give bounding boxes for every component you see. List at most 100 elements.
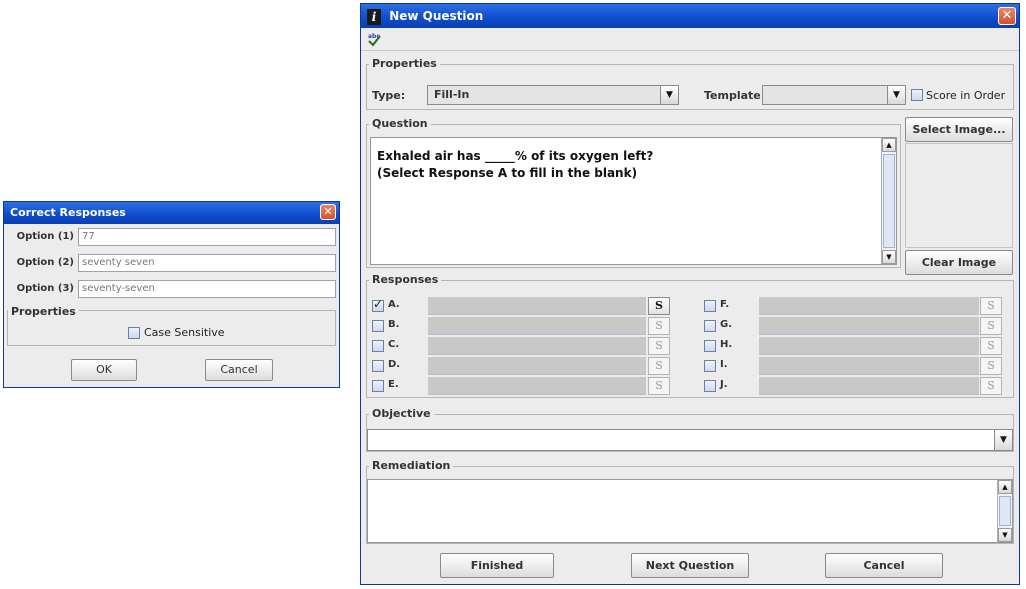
question-text-line: (Select Response A to fill in the blank): [377, 166, 638, 180]
response-field[interactable]: [759, 337, 979, 355]
correct-responses-dialog: Correct Responses ✕ Option (1) 77 Option (…: [3, 201, 340, 388]
option-field[interactable]: seventy seven: [78, 254, 336, 272]
response-letter: G.: [720, 319, 733, 330]
response-checkbox[interactable]: [704, 320, 716, 332]
response-checkbox[interactable]: [372, 340, 384, 352]
objective-group-title: Objective: [369, 407, 434, 420]
response-checkbox[interactable]: [704, 340, 716, 352]
correct-responses-titlebar[interactable]: Correct Responses ✕: [4, 202, 339, 224]
close-button[interactable]: ✕: [998, 7, 1016, 25]
option-label: Option (3): [16, 283, 74, 294]
response-field[interactable]: [428, 317, 646, 335]
remediation-scrollbar[interactable]: ▲ ▼: [997, 480, 1012, 542]
scroll-down-icon[interactable]: ▼: [998, 528, 1012, 542]
response-letter: H.: [720, 339, 733, 350]
scroll-thumb[interactable]: [883, 154, 895, 248]
response-s-button[interactable]: S: [648, 377, 670, 395]
chevron-down-icon: ▼: [660, 86, 678, 104]
response-letter: I.: [720, 359, 728, 370]
response-letter: A.: [388, 299, 400, 310]
response-field[interactable]: [759, 317, 979, 335]
response-field[interactable]: [428, 377, 646, 395]
score-in-order-label: Score in Order: [926, 89, 1006, 102]
case-sensitive-label: Case Sensitive: [144, 326, 225, 339]
template-select[interactable]: ▼: [762, 85, 906, 105]
option-field[interactable]: 77: [78, 228, 336, 246]
finished-button[interactable]: Finished: [440, 553, 554, 578]
properties-group-title: Properties: [8, 305, 79, 318]
question-group: Question Exhaled air has _____% of its o…: [366, 117, 901, 268]
response-s-button[interactable]: S: [648, 357, 670, 375]
objective-group: Objective ▼: [366, 407, 1014, 452]
case-sensitive-checkbox[interactable]: [128, 327, 140, 339]
question-textarea[interactable]: Exhaled air has _____% of its oxygen lef…: [370, 137, 897, 265]
template-label: Template:: [704, 89, 766, 102]
question-text-line: Exhaled air has _____% of its oxygen lef…: [377, 149, 654, 163]
response-checkbox[interactable]: [372, 380, 384, 392]
close-icon: ✕: [1001, 8, 1013, 23]
response-letter: E.: [388, 379, 399, 390]
option-label: Option (1): [16, 231, 74, 242]
response-s-button[interactable]: S: [980, 297, 1002, 315]
response-letter: J.: [720, 379, 728, 390]
cancel-button[interactable]: Cancel: [825, 553, 943, 578]
response-s-button[interactable]: S: [648, 297, 670, 315]
close-icon: ✕: [323, 205, 333, 218]
responses-group: Responses A. S B. S C. S D. S E. S F. S G. S H. S I. S J. S: [366, 273, 1014, 398]
chevron-down-icon: ▼: [887, 86, 905, 104]
remediation-group: Remediation ▲ ▼: [366, 459, 1014, 544]
toolbar: abc: [361, 29, 1019, 51]
response-checkbox[interactable]: [704, 360, 716, 372]
option-label: Option (2): [16, 257, 74, 268]
dialog-title: Correct Responses: [10, 206, 126, 219]
ok-button[interactable]: OK: [71, 359, 137, 381]
next-question-button[interactable]: Next Question: [631, 553, 749, 578]
properties-group: Properties Case Sensitive: [7, 305, 336, 346]
type-label: Type:: [372, 89, 406, 102]
type-select-value: Fill-In: [434, 88, 470, 101]
new-question-window: i New Question ✕ abc Properties Type: Fi…: [360, 3, 1020, 585]
spell-check-icon[interactable]: abc: [367, 32, 381, 47]
chevron-down-icon: ▼: [994, 430, 1012, 450]
response-checkbox[interactable]: [372, 360, 384, 372]
properties-group: Properties Type: Fill-In ▼ Template: ▼ S…: [366, 57, 1014, 110]
select-image-button[interactable]: Select Image...: [905, 117, 1013, 142]
remediation-group-title: Remediation: [369, 459, 454, 472]
response-checkbox[interactable]: [372, 320, 384, 332]
score-in-order-checkbox[interactable]: [911, 89, 923, 101]
response-field[interactable]: [428, 357, 646, 375]
cancel-button[interactable]: Cancel: [205, 359, 273, 381]
close-button[interactable]: ✕: [320, 204, 336, 220]
response-s-button[interactable]: S: [980, 337, 1002, 355]
properties-group-title: Properties: [369, 57, 440, 70]
remediation-textarea[interactable]: ▲ ▼: [367, 479, 1013, 543]
type-select[interactable]: Fill-In ▼: [427, 85, 679, 105]
response-letter: F.: [720, 299, 730, 310]
scroll-down-icon[interactable]: ▼: [882, 250, 896, 264]
response-field[interactable]: [759, 297, 979, 315]
window-title: New Question: [389, 9, 484, 23]
response-field[interactable]: [759, 357, 979, 375]
response-s-button[interactable]: S: [980, 357, 1002, 375]
response-field[interactable]: [428, 297, 646, 315]
response-checkbox[interactable]: [704, 380, 716, 392]
response-field[interactable]: [759, 377, 979, 395]
response-checkbox[interactable]: [372, 297, 384, 312]
response-checkbox[interactable]: [704, 300, 716, 312]
scroll-thumb[interactable]: [999, 496, 1011, 526]
response-s-button[interactable]: S: [980, 377, 1002, 395]
objective-select[interactable]: ▼: [367, 429, 1013, 451]
info-icon: i: [367, 8, 381, 25]
response-s-button[interactable]: S: [980, 317, 1002, 335]
option-field[interactable]: seventy-seven: [78, 280, 336, 298]
new-question-titlebar[interactable]: i New Question ✕: [361, 4, 1019, 28]
response-s-button[interactable]: S: [648, 317, 670, 335]
response-letter: C.: [388, 339, 400, 350]
response-s-button[interactable]: S: [648, 337, 670, 355]
scroll-up-icon[interactable]: ▲: [998, 480, 1012, 494]
clear-image-button[interactable]: Clear Image: [905, 250, 1013, 275]
response-letter: D.: [388, 359, 401, 370]
response-field[interactable]: [428, 337, 646, 355]
scroll-up-icon[interactable]: ▲: [882, 138, 896, 152]
question-scrollbar[interactable]: ▲ ▼: [881, 138, 896, 264]
